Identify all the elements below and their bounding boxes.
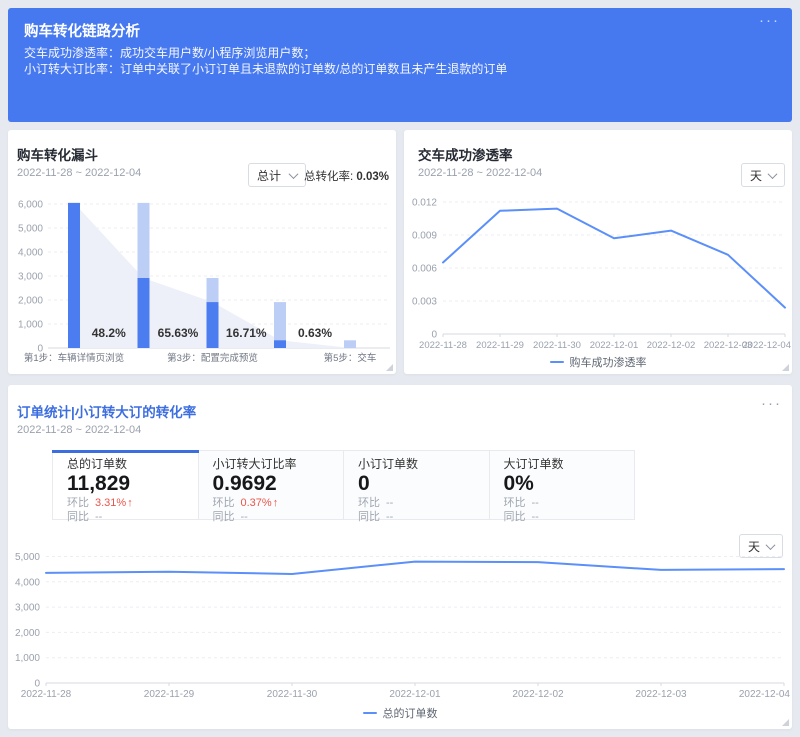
svg-text:2022-11-28: 2022-11-28: [21, 689, 72, 700]
resize-grip[interactable]: [782, 719, 789, 726]
legend-label: 总的订单数: [383, 705, 438, 721]
svg-text:2022-12-04: 2022-12-04: [739, 689, 791, 700]
banner-description-line1: 交车成功渗透率：成功交车用户数/小程序浏览用户数；: [24, 44, 315, 61]
svg-text:2,000: 2,000: [18, 296, 43, 307]
svg-text:1,000: 1,000: [15, 653, 40, 664]
svg-text:2022-11-30: 2022-11-30: [533, 340, 581, 351]
svg-text:48.2%: 48.2%: [92, 326, 126, 340]
svg-text:2022-12-04: 2022-12-04: [742, 340, 791, 351]
svg-text:0.63%: 0.63%: [298, 326, 332, 340]
legend-line-icon: [363, 712, 377, 715]
svg-text:2022-12-02: 2022-12-02: [512, 689, 564, 700]
svg-text:4,000: 4,000: [15, 577, 40, 588]
penetration-panel: 交车成功渗透率 2022-11-28 ~ 2022-12-04 天 00.003…: [404, 130, 792, 374]
svg-text:第5步：交车: 第5步：交车: [324, 352, 377, 364]
funnel-panel: 购车转化漏斗 2022-11-28 ~ 2022-12-04 总计 总转化率: …: [8, 130, 396, 374]
svg-text:5,000: 5,000: [18, 224, 43, 235]
svg-text:3,000: 3,000: [18, 272, 43, 283]
svg-text:2022-12-01: 2022-12-01: [389, 689, 441, 700]
legend-line-icon: [550, 361, 564, 364]
svg-text:2022-12-02: 2022-12-02: [647, 340, 696, 351]
orders-panel: 订单统计|小订转大订的转化率 2022-11-28 ~ 2022-12-04 ·…: [8, 385, 792, 729]
svg-text:2022-11-30: 2022-11-30: [267, 689, 318, 700]
penetration-line-chart: 0 0.003 0.006 0.009 0.012 2022-11-28 2022-11-2…: [404, 130, 792, 374]
chart-legend[interactable]: 购车成功渗透率: [404, 354, 792, 370]
more-options-icon[interactable]: ···: [759, 12, 780, 29]
resize-grip[interactable]: [782, 364, 789, 371]
svg-text:6,000: 6,000: [18, 200, 43, 211]
funnel-chart: 01,0002,0003,0004,0005,0006,00048.2%65.6…: [8, 130, 396, 374]
svg-text:第1步：车辆详情页浏览: 第1步：车辆详情页浏览: [24, 352, 124, 364]
svg-text:16.71%: 16.71%: [226, 326, 267, 340]
svg-text:2022-11-28: 2022-11-28: [419, 340, 467, 351]
svg-text:65.63%: 65.63%: [158, 326, 199, 340]
svg-text:1,000: 1,000: [18, 320, 43, 331]
banner-description-line2: 小订转大订比率：订单中关联了小订订单且未退款的订单数/总的订单数且未产生退款的订…: [24, 60, 507, 77]
svg-text:5,000: 5,000: [15, 552, 40, 563]
svg-text:0.006: 0.006: [412, 264, 437, 275]
svg-text:2022-12-01: 2022-12-01: [590, 340, 639, 351]
svg-text:0.003: 0.003: [412, 297, 437, 308]
dashboard-page: 购车转化链路分析 交车成功渗透率：成功交车用户数/小程序浏览用户数； 小订转大订…: [0, 0, 800, 737]
svg-text:2022-11-29: 2022-11-29: [144, 689, 195, 700]
orders-line-chart: 0 1,000 2,000 3,000 4,000 5,000 2022-11-28 2022…: [8, 385, 792, 729]
svg-text:0.009: 0.009: [412, 231, 437, 242]
svg-text:2,000: 2,000: [15, 628, 40, 639]
svg-text:3,000: 3,000: [15, 603, 40, 614]
svg-text:0: 0: [34, 679, 40, 690]
svg-text:2022-12-03: 2022-12-03: [635, 689, 687, 700]
legend-label: 购车成功渗透率: [570, 354, 647, 370]
svg-text:4,000: 4,000: [18, 248, 43, 259]
svg-text:0.012: 0.012: [412, 198, 437, 209]
svg-text:第3步：配置完成预览: 第3步：配置完成预览: [167, 352, 258, 364]
header-banner: 购车转化链路分析 交车成功渗透率：成功交车用户数/小程序浏览用户数； 小订转大订…: [8, 8, 792, 122]
chart-legend[interactable]: 总的订单数: [8, 705, 792, 721]
svg-text:2022-11-29: 2022-11-29: [476, 340, 524, 351]
page-title: 购车转化链路分析: [24, 20, 140, 41]
resize-grip[interactable]: [386, 364, 393, 371]
svg-text:0: 0: [431, 330, 437, 341]
